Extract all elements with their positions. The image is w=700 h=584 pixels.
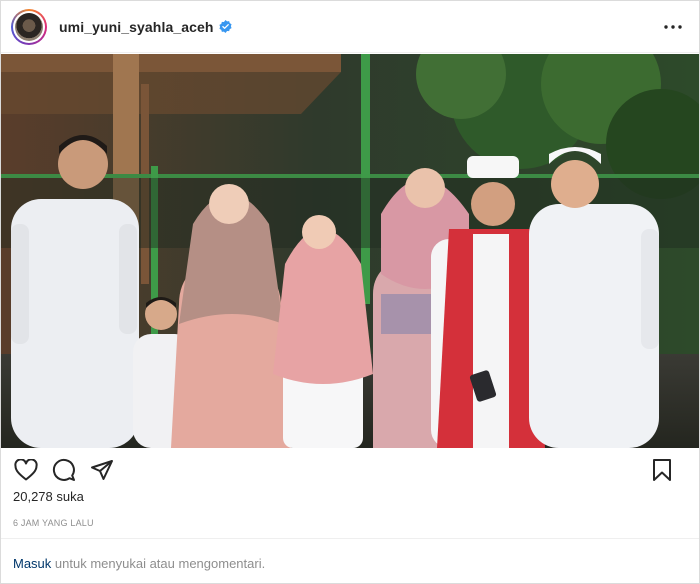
comment-icon[interactable] [51, 457, 77, 483]
post-header: umi_yuni_syahla_aceh [1, 1, 699, 53]
login-prompt-text: untuk menyukai atau mengomentari. [51, 556, 266, 571]
bookmark-icon[interactable] [649, 457, 675, 483]
verified-badge-icon [218, 20, 232, 33]
post-timestamp[interactable]: 6 JAM YANG LALU [13, 518, 94, 528]
likes-text: 20,278 suka [13, 489, 84, 504]
profile-avatar[interactable] [11, 8, 47, 45]
divider [1, 538, 699, 539]
share-icon[interactable] [89, 457, 115, 483]
instagram-post-card: umi_yuni_syahla_aceh 20,278 suka 6 JAM Y… [0, 0, 700, 584]
heart-icon[interactable] [13, 457, 39, 483]
post-actions-bar [13, 457, 687, 483]
avatar-border [13, 10, 45, 43]
login-prompt: Masuk untuk menyukai atau mengomentari. [13, 556, 265, 571]
more-options-icon[interactable] [661, 15, 685, 39]
username-link[interactable]: umi_yuni_syahla_aceh [59, 19, 214, 35]
photo-illustration [1, 54, 699, 448]
login-link[interactable]: Masuk [13, 556, 51, 571]
likes-count[interactable]: 20,278 suka [13, 489, 84, 504]
post-photo[interactable] [1, 54, 699, 448]
avatar-image [15, 12, 43, 41]
